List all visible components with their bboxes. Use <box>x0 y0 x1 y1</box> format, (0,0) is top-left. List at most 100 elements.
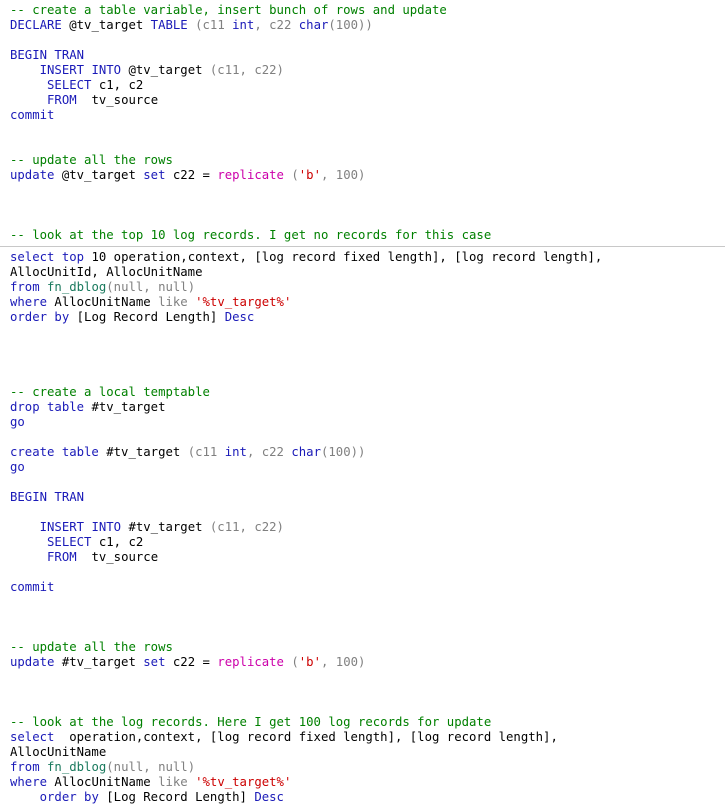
token-plain: @tv_target <box>61 18 151 32</box>
token-plain: #tv_target <box>54 655 144 669</box>
token-keyword: update <box>10 655 55 669</box>
token-lit: (null, null) <box>106 280 196 294</box>
token-keyword: set <box>143 168 166 182</box>
token-plain: 10 operation,context, [log record fixed … <box>84 250 603 264</box>
code-line: FROM tv_source <box>0 550 725 565</box>
token-lit: like <box>158 295 188 309</box>
token-plain: tv_source <box>76 550 159 564</box>
token-lit: ( <box>283 655 299 669</box>
code-line: -- create a local temptable <box>0 385 725 400</box>
token-string: 'b' <box>298 655 321 669</box>
token-keyword: BEGIN TRAN <box>10 48 85 62</box>
token-plain: tv_source <box>76 93 159 107</box>
token-keyword: FROM <box>47 550 77 564</box>
token-plain: = <box>202 655 218 669</box>
code-line: SELECT c1, c2 <box>0 535 725 550</box>
token-lit: , 100) <box>321 655 366 669</box>
token-plain: c1, c2 <box>91 535 144 549</box>
token-keyword: INSERT INTO <box>39 63 122 77</box>
code-block: select top 10 operation,context, [log re… <box>0 250 725 805</box>
token-plain: [Log Record Length] <box>98 790 255 804</box>
code-line: SELECT c1, c2 <box>0 78 725 93</box>
code-line: from fn_dblog(null, null) <box>0 760 725 775</box>
code-line: AllocUnitName <box>0 745 725 760</box>
token-keyword: order by <box>10 310 70 324</box>
code-line: INSERT INTO #tv_target (c11, c22) <box>0 520 725 535</box>
token-string: '%tv_target%' <box>195 775 292 789</box>
token-plain: #tv_target <box>84 400 166 414</box>
code-line: -- create a table variable, insert bunch… <box>0 3 725 18</box>
code-line: create table #tv_target (c11 int, c22 ch… <box>0 445 725 460</box>
token-lit: (100)) <box>320 445 366 459</box>
token-func: replicate <box>217 168 284 182</box>
token-plain: c22 <box>165 168 203 182</box>
code-line: -- update all the rows <box>0 153 725 168</box>
token-plain: @tv_target <box>121 63 210 77</box>
token-keyword: go <box>10 460 25 474</box>
code-line: update @tv_target set c22 = replicate ('… <box>0 168 725 183</box>
token-keyword: FROM <box>47 93 77 107</box>
code-line: go <box>0 415 725 430</box>
token-plain: @tv_target <box>54 168 144 182</box>
token-lit: , c22 <box>254 18 299 32</box>
token-lit: , c22 <box>246 445 292 459</box>
code-line: BEGIN TRAN <box>0 48 725 63</box>
token-keyword: int <box>224 445 247 459</box>
token-keyword: DECLARE <box>10 18 62 32</box>
token-keyword: update <box>10 168 55 182</box>
token-lit: (c11, c22) <box>209 520 284 534</box>
token-keyword: TABLE <box>150 18 188 32</box>
token-keyword: select top <box>10 250 85 264</box>
token-comment: -- look at the log records. Here I get 1… <box>10 715 492 729</box>
token-keyword: commit <box>10 580 55 594</box>
token-keyword: Desc <box>254 790 284 804</box>
token-keyword: SELECT <box>47 535 92 549</box>
token-keyword: from <box>10 280 40 294</box>
token-keyword: char <box>298 18 329 32</box>
token-plain: [Log Record Length] <box>69 310 225 324</box>
token-keyword: Desc <box>224 310 255 324</box>
token-keyword: from <box>10 760 40 774</box>
token-plain: AllocUnitName <box>47 295 159 309</box>
code-line: go <box>0 460 725 475</box>
token-plain: #tv_target <box>121 520 210 534</box>
code-line: order by [Log Record Length] Desc <box>0 790 725 805</box>
token-plain: AllocUnitId, AllocUnitName <box>10 265 203 279</box>
code-line: select top 10 operation,context, [log re… <box>0 250 725 265</box>
token-lit: (c11, c22) <box>209 63 284 77</box>
code-line: BEGIN TRAN <box>0 490 725 505</box>
token-keyword: drop table <box>10 400 85 414</box>
token-comment: -- create a local temptable <box>10 385 210 399</box>
token-comment: -- update all the rows <box>10 153 173 167</box>
token-keyword: char <box>291 445 321 459</box>
token-string: 'b' <box>298 168 321 182</box>
token-keyword: where <box>10 295 48 309</box>
token-lit: like <box>158 775 188 789</box>
code-line: where AllocUnitName like '%tv_target%' <box>0 775 725 790</box>
code-line: order by [Log Record Length] Desc <box>0 310 725 325</box>
token-lit: (null, null) <box>106 760 196 774</box>
code-line: -- look at the top 10 log records. I get… <box>0 228 725 243</box>
